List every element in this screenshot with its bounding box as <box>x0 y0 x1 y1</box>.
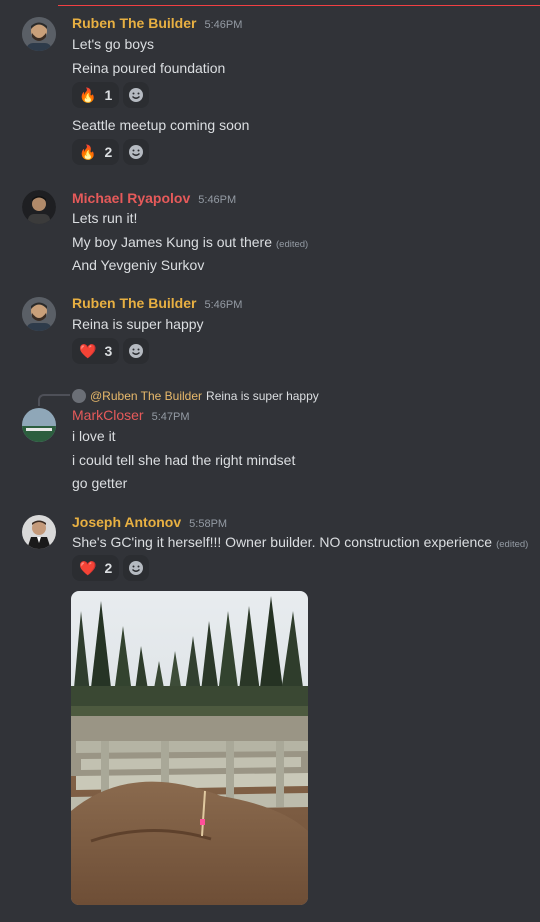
message-text: Seattle meetup coming soon <box>72 117 250 133</box>
message-text: My boy James Kung is out there (edited) <box>72 234 309 250</box>
new-messages-divider <box>58 5 540 6</box>
avatar[interactable] <box>22 297 56 331</box>
message-text: Let's go boys <box>72 36 155 52</box>
reply-avatar <box>72 389 86 403</box>
smiley-icon <box>129 344 144 358</box>
avatar[interactable] <box>22 190 56 224</box>
message-text: She's GC'ing it herself!!! Owner builder… <box>72 534 529 550</box>
message-text: go getter <box>72 475 128 491</box>
smiley-icon <box>129 561 144 575</box>
add-reaction-button[interactable] <box>123 555 150 581</box>
reaction-fire[interactable]: 🔥 1 <box>72 82 120 108</box>
username[interactable]: Ruben The Builder <box>72 295 196 311</box>
timestamp: 5:58PM <box>189 518 228 530</box>
construction-foundation-photo[interactable] <box>71 591 308 905</box>
username[interactable]: MarkCloser <box>72 407 144 423</box>
fire-icon: 🔥 <box>79 143 97 160</box>
reaction-count: 3 <box>104 343 113 359</box>
reaction-heart[interactable]: ❤️ 2 <box>72 555 120 581</box>
avatar[interactable] <box>22 408 56 442</box>
smiley-icon <box>129 145 144 159</box>
timestamp: 5:46PM <box>204 19 243 31</box>
reply-text: Reina is super happy <box>206 389 319 403</box>
message-text: And Yevgeniy Surkov <box>72 257 205 273</box>
message-text: Reina poured foundation <box>72 60 226 76</box>
reaction-count: 1 <box>104 87 113 103</box>
fire-icon: 🔥 <box>79 86 97 103</box>
avatar[interactable] <box>22 17 56 51</box>
username[interactable]: Joseph Antonov <box>72 514 181 530</box>
message-text: Reina is super happy <box>72 316 204 332</box>
reply-spine <box>38 394 70 406</box>
edited-tag: (edited) <box>276 239 309 250</box>
timestamp: 5:46PM <box>204 299 243 311</box>
timestamp: 5:47PM <box>151 411 190 423</box>
reaction-count: 2 <box>104 144 113 160</box>
reply-mention[interactable]: @Ruben The Builder <box>90 389 202 403</box>
reaction-fire[interactable]: 🔥 2 <box>72 139 120 165</box>
edited-tag: (edited) <box>496 539 529 550</box>
add-reaction-button[interactable] <box>123 82 150 108</box>
username[interactable]: Michael Ryapolov <box>72 190 190 206</box>
add-reaction-button[interactable] <box>123 139 150 165</box>
heart-icon: ❤️ <box>79 559 97 576</box>
add-reaction-button[interactable] <box>123 338 150 364</box>
reply-reference[interactable]: @Ruben The Builder Reina is super happy <box>72 389 319 403</box>
heart-icon: ❤️ <box>79 342 97 359</box>
timestamp: 5:46PM <box>198 194 237 206</box>
message-text: Lets run it! <box>72 210 138 226</box>
smiley-icon <box>129 88 144 102</box>
avatar[interactable] <box>22 515 56 549</box>
reaction-count: 2 <box>104 560 113 576</box>
message-text: i could tell she had the right mindset <box>72 452 296 468</box>
message-text: i love it <box>72 428 116 444</box>
username[interactable]: Ruben The Builder <box>72 15 196 31</box>
reaction-heart[interactable]: ❤️ 3 <box>72 338 120 364</box>
